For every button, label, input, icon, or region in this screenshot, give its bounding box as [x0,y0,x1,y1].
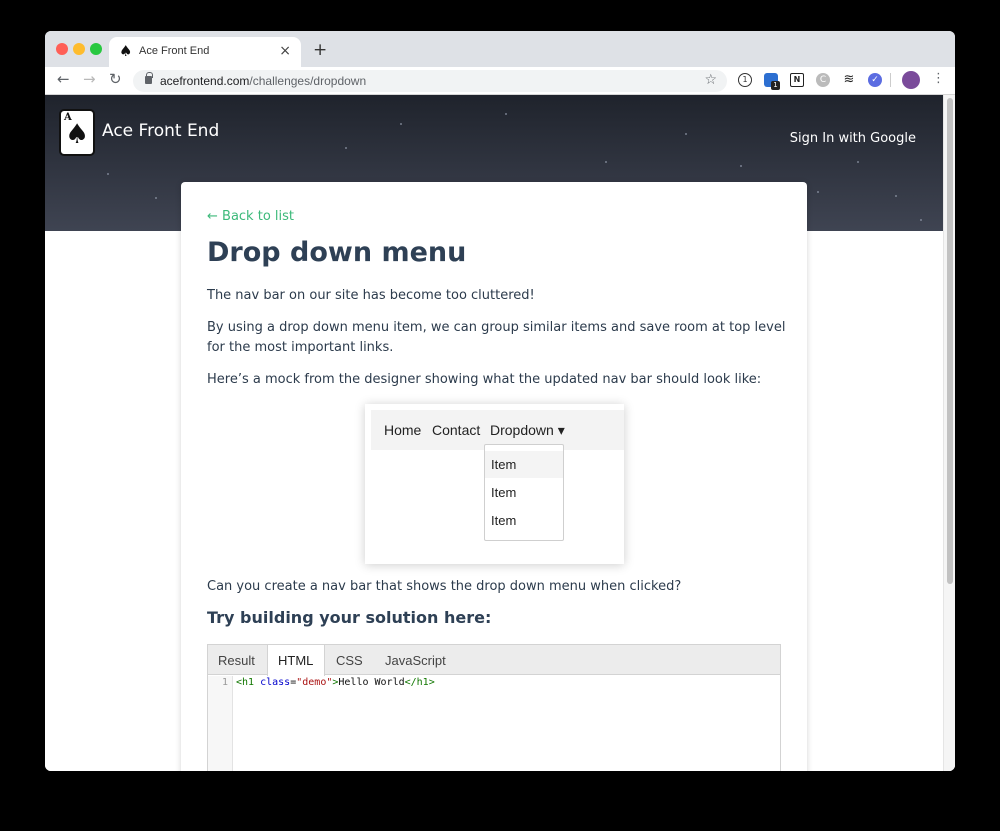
bookmark-star-icon[interactable]: ☆ [704,72,717,88]
tab-close-icon[interactable]: × [279,43,291,59]
star-dot [107,173,109,175]
code-open-tag: <h1 [236,677,255,688]
buffer-layers-icon[interactable]: ≋ [842,73,856,87]
mock-menu-item: Item [485,451,563,478]
profile-avatar[interactable] [902,71,920,89]
tab-result[interactable]: Result [208,645,265,675]
line-number: 1 [221,677,228,688]
mock-nav-home: Home [384,422,422,438]
section-title: Try building your solution here: [207,608,492,627]
extension-badge-count: 1 [771,81,780,90]
lock-icon [145,72,153,84]
url-text[interactable]: acefrontend.com/challenges/dropdown [160,74,366,88]
tab-javascript[interactable]: JavaScript [375,645,456,675]
task-paragraph: Can you create a nav bar that shows the … [207,579,682,594]
password-manager-icon[interactable]: 1 [738,73,752,87]
extension-badge-icon[interactable]: 1 [764,73,780,90]
editor-tab-bar: Result HTML CSS JavaScript [208,645,780,676]
star-dot [155,197,157,199]
design-mock-image: Home Contact Dropdown ▾ Item Item Item [365,404,624,564]
star-dot [685,133,687,135]
tab-html[interactable]: HTML [267,645,325,676]
sign-in-button[interactable]: Sign In with Google [790,131,916,146]
spade-icon: ♠ [65,119,90,150]
page-title: Drop down menu [207,237,467,268]
page-scrollbar[interactable] [943,95,955,771]
url-path: /challenges/dropdown [249,74,367,88]
maximize-window-button[interactable] [90,43,102,55]
scrollbar-thumb[interactable] [947,98,953,584]
mock-dropdown-menu: Item Item Item [484,444,564,541]
tab-css[interactable]: CSS [326,645,373,675]
spade-favicon-icon: ♠ [119,42,133,60]
star-dot [857,161,859,163]
star-dot [505,113,507,115]
purple-extension-icon[interactable]: ✓ [868,73,882,87]
star-dot [895,195,897,197]
brand-name[interactable]: Ace Front End [102,121,219,141]
mock-nav-dropdown: Dropdown ▾ [490,422,565,438]
mock-intro-paragraph: Here’s a mock from the designer showing … [207,372,762,387]
browser-tab[interactable]: ♠ Ace Front End × [109,37,301,67]
grey-extension-icon[interactable]: C [816,73,830,87]
star-dot [817,191,819,193]
tab-title: Ace Front End [139,45,210,57]
star-dot [740,165,742,167]
back-arrow-icon[interactable]: ← [57,70,70,88]
mock-menu-item: Item [491,485,517,500]
browser-menu-icon[interactable]: ⋮ [932,71,945,86]
mock-menu-item: Item [491,513,517,528]
challenge-card: ← Back to list Drop down menu The nav ba… [181,182,807,771]
address-bar[interactable]: acefrontend.com/challenges/dropdown ☆ [133,70,727,92]
back-to-list-link[interactable]: ← Back to list [207,209,294,224]
star-dot [605,161,607,163]
forward-arrow-icon[interactable]: → [83,70,96,88]
star-dot [400,123,402,125]
code-end-tag: </h1> [404,677,435,688]
toolbar-divider [890,73,891,87]
minimize-window-button[interactable] [73,43,85,55]
code-attr: class [260,677,291,688]
mock-nav-contact: Contact [432,422,481,438]
close-window-button[interactable] [56,43,68,55]
tab-strip: ♠ Ace Front End × + [45,31,955,67]
page-viewport: A ♠ Ace Front End Sign In with Google ← … [45,95,955,771]
reload-icon[interactable]: ↻ [109,70,122,88]
browser-window: ♠ Ace Front End × + ← → ↻ acefrontend.co… [45,31,955,771]
site-logo[interactable]: A ♠ [59,109,95,156]
code-area[interactable]: <h1 class="demo">Hello World</h1> [236,677,435,688]
notion-icon[interactable]: N [790,73,804,87]
star-dot [345,147,347,149]
description-paragraph: By using a drop down menu item, we can g… [207,320,786,355]
code-attr-value: "demo" [296,677,333,688]
new-tab-button[interactable]: + [313,40,327,60]
code-text: Hello World [338,677,405,688]
intro-paragraph: The nav bar on our site has become too c… [207,288,535,303]
star-dot [920,219,922,221]
code-editor: Result HTML CSS JavaScript 1 <h1 class="… [207,644,781,771]
line-number-gutter: 1 [208,676,233,771]
url-host: acefrontend.com [160,74,250,88]
